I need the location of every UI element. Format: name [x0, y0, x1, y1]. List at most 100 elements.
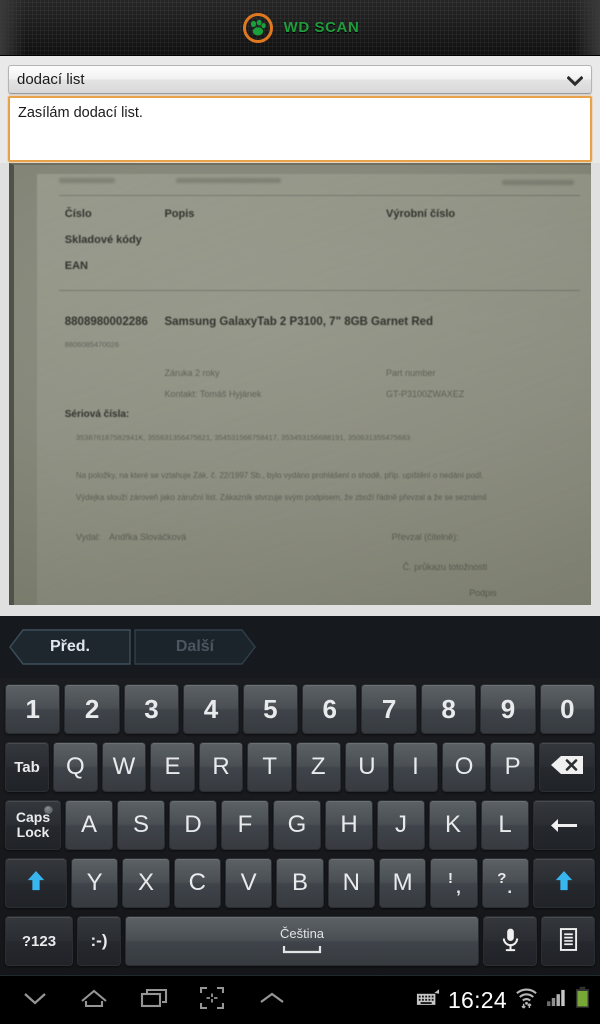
key-voice-input[interactable] [483, 916, 537, 966]
status-clock: 16:24 [447, 986, 507, 1013]
home-icon[interactable] [80, 988, 108, 1013]
key-e[interactable]: E [150, 742, 195, 792]
scanned-document-image[interactable]: Číslo Popis Výrobní číslo Skladové kódy … [9, 163, 591, 605]
key-v[interactable]: V [224, 858, 273, 908]
key-exclam-comma-glyphs: ! , [447, 871, 461, 896]
key-question-top: ? [497, 869, 507, 887]
hide-keyboard-icon[interactable] [22, 990, 48, 1011]
doc-blur-top-2 [59, 178, 115, 184]
keyboard-row-bottom: Y X C V B N M ! , ? . [3, 854, 597, 912]
key-shift-left[interactable] [5, 858, 67, 908]
key-s[interactable]: S [117, 800, 165, 850]
key-space-language: Čeština [279, 925, 325, 941]
key-l[interactable]: L [481, 800, 529, 850]
caps-lock-led-icon [44, 805, 53, 814]
doc-col-vyrobni: Výrobní číslo [386, 208, 456, 221]
key-backspace[interactable] [538, 742, 595, 792]
doc-serials: 353876187582941K, 355631356475621, 35453… [75, 432, 411, 442]
doc-type-select-value: dodací list [17, 71, 85, 88]
key-symbols[interactable]: ?123 [5, 916, 73, 966]
space-underline-icon [282, 942, 322, 957]
key-3[interactable]: 3 [123, 684, 180, 734]
key-x[interactable]: X [122, 858, 170, 908]
key-caps-lock[interactable]: Caps Lock [5, 800, 61, 850]
key-k[interactable]: K [429, 800, 477, 850]
key-tab[interactable]: Tab [5, 742, 49, 792]
key-space[interactable]: Čeština [125, 916, 479, 966]
doc-blur-top-1 [175, 178, 281, 184]
key-j[interactable]: J [377, 800, 425, 850]
doc-blur-top-3 [502, 180, 575, 186]
key-i[interactable]: I [393, 742, 438, 792]
prev-button-label: Před. [49, 638, 90, 655]
doc-item-code-sub: 8806085470026 [64, 339, 119, 349]
doc-serial-label: Sériová čísla: [64, 408, 130, 420]
key-o[interactable]: O [441, 742, 487, 792]
pager-bar: Před. Další [0, 616, 600, 678]
microphone-icon [501, 927, 520, 956]
doc-col-popis: Popis [164, 208, 195, 221]
keyboard-row-space: ?123 :-) Čeština [3, 912, 597, 970]
key-b[interactable]: B [276, 858, 324, 908]
key-d[interactable]: D [169, 800, 217, 850]
doc-warranty: Záruka 2 roky [164, 367, 220, 378]
key-t[interactable]: T [247, 742, 292, 792]
key-u[interactable]: U [344, 742, 390, 792]
app-root: WD SC A N dodací list Zasílám dodací list.… [0, 0, 600, 1024]
recents-icon[interactable] [140, 988, 168, 1013]
doc-item-desc: Samsung GalaxyTab 2 P3100, 7" 8GB Garnet… [164, 316, 434, 329]
backspace-icon [550, 755, 584, 779]
key-q[interactable]: Q [53, 742, 98, 792]
chevron-up-icon[interactable] [258, 991, 286, 1010]
doc-legal-1: Na položky, na které se vztahuje Zák. č.… [75, 471, 484, 481]
key-7[interactable]: 7 [361, 684, 417, 734]
key-4[interactable]: 4 [183, 684, 239, 734]
key-c[interactable]: C [173, 858, 221, 908]
shift-arrow-icon [26, 870, 46, 896]
key-caps-lock-line2: Lock [16, 824, 50, 840]
key-r[interactable]: R [198, 742, 244, 792]
key-clipboard[interactable] [541, 916, 595, 966]
key-9[interactable]: 9 [480, 684, 536, 734]
key-period-bottom: . [507, 877, 513, 897]
doc-issued-label: Vydal: [75, 531, 101, 542]
key-exclam-top: ! [447, 869, 453, 887]
key-g[interactable]: G [273, 800, 321, 850]
doc-id-label: Č. průkazu totožnosti [402, 561, 488, 572]
key-emoji[interactable]: :-) [77, 916, 121, 966]
note-field-wrap: Zasílám dodací list. [8, 96, 592, 162]
key-w[interactable]: W [101, 742, 147, 792]
key-0[interactable]: 0 [539, 684, 596, 734]
key-8[interactable]: 8 [420, 684, 477, 734]
key-1[interactable]: 1 [5, 684, 61, 734]
doc-partnumber: GT-P3100ZWAXEZ [386, 389, 465, 400]
key-h[interactable]: H [325, 800, 373, 850]
next-button-label: Další [175, 638, 215, 655]
doc-type-select[interactable]: dodací list [8, 65, 592, 94]
prev-button[interactable]: Před. [9, 629, 131, 665]
key-shift-right[interactable] [532, 858, 595, 908]
key-6[interactable]: 6 [302, 684, 358, 734]
note-field[interactable]: Zasílám dodací list. [8, 96, 592, 162]
key-a[interactable]: A [65, 800, 113, 850]
key-enter[interactable] [533, 800, 595, 850]
doc-row-ean: EAN [64, 260, 88, 273]
doc-col-cislo: Číslo [64, 208, 92, 221]
key-5[interactable]: 5 [242, 684, 299, 734]
screenshot-crop-icon[interactable] [199, 986, 225, 1014]
key-exclam-comma[interactable]: ! , [430, 858, 478, 908]
key-z[interactable]: Z [295, 742, 341, 792]
key-question-period[interactable]: ? . [481, 858, 529, 908]
key-f[interactable]: F [221, 800, 269, 850]
next-button[interactable]: Další [134, 629, 256, 665]
keyboard-row-home: Caps Lock A S D F G H J K L [3, 796, 597, 854]
key-y[interactable]: Y [71, 858, 119, 908]
key-p[interactable]: P [490, 742, 535, 792]
keyboard-row-numbers: 1 2 3 4 5 6 7 8 9 0 [3, 680, 597, 738]
document-preview-area[interactable]: Číslo Popis Výrobní číslo Skladové kódy … [0, 163, 600, 616]
key-m[interactable]: M [378, 858, 427, 908]
system-status-area[interactable]: 16:24 [416, 986, 600, 1014]
key-n[interactable]: N [327, 858, 375, 908]
key-2[interactable]: 2 [64, 684, 120, 734]
doc-type-select-wrap: dodací list [8, 65, 592, 94]
